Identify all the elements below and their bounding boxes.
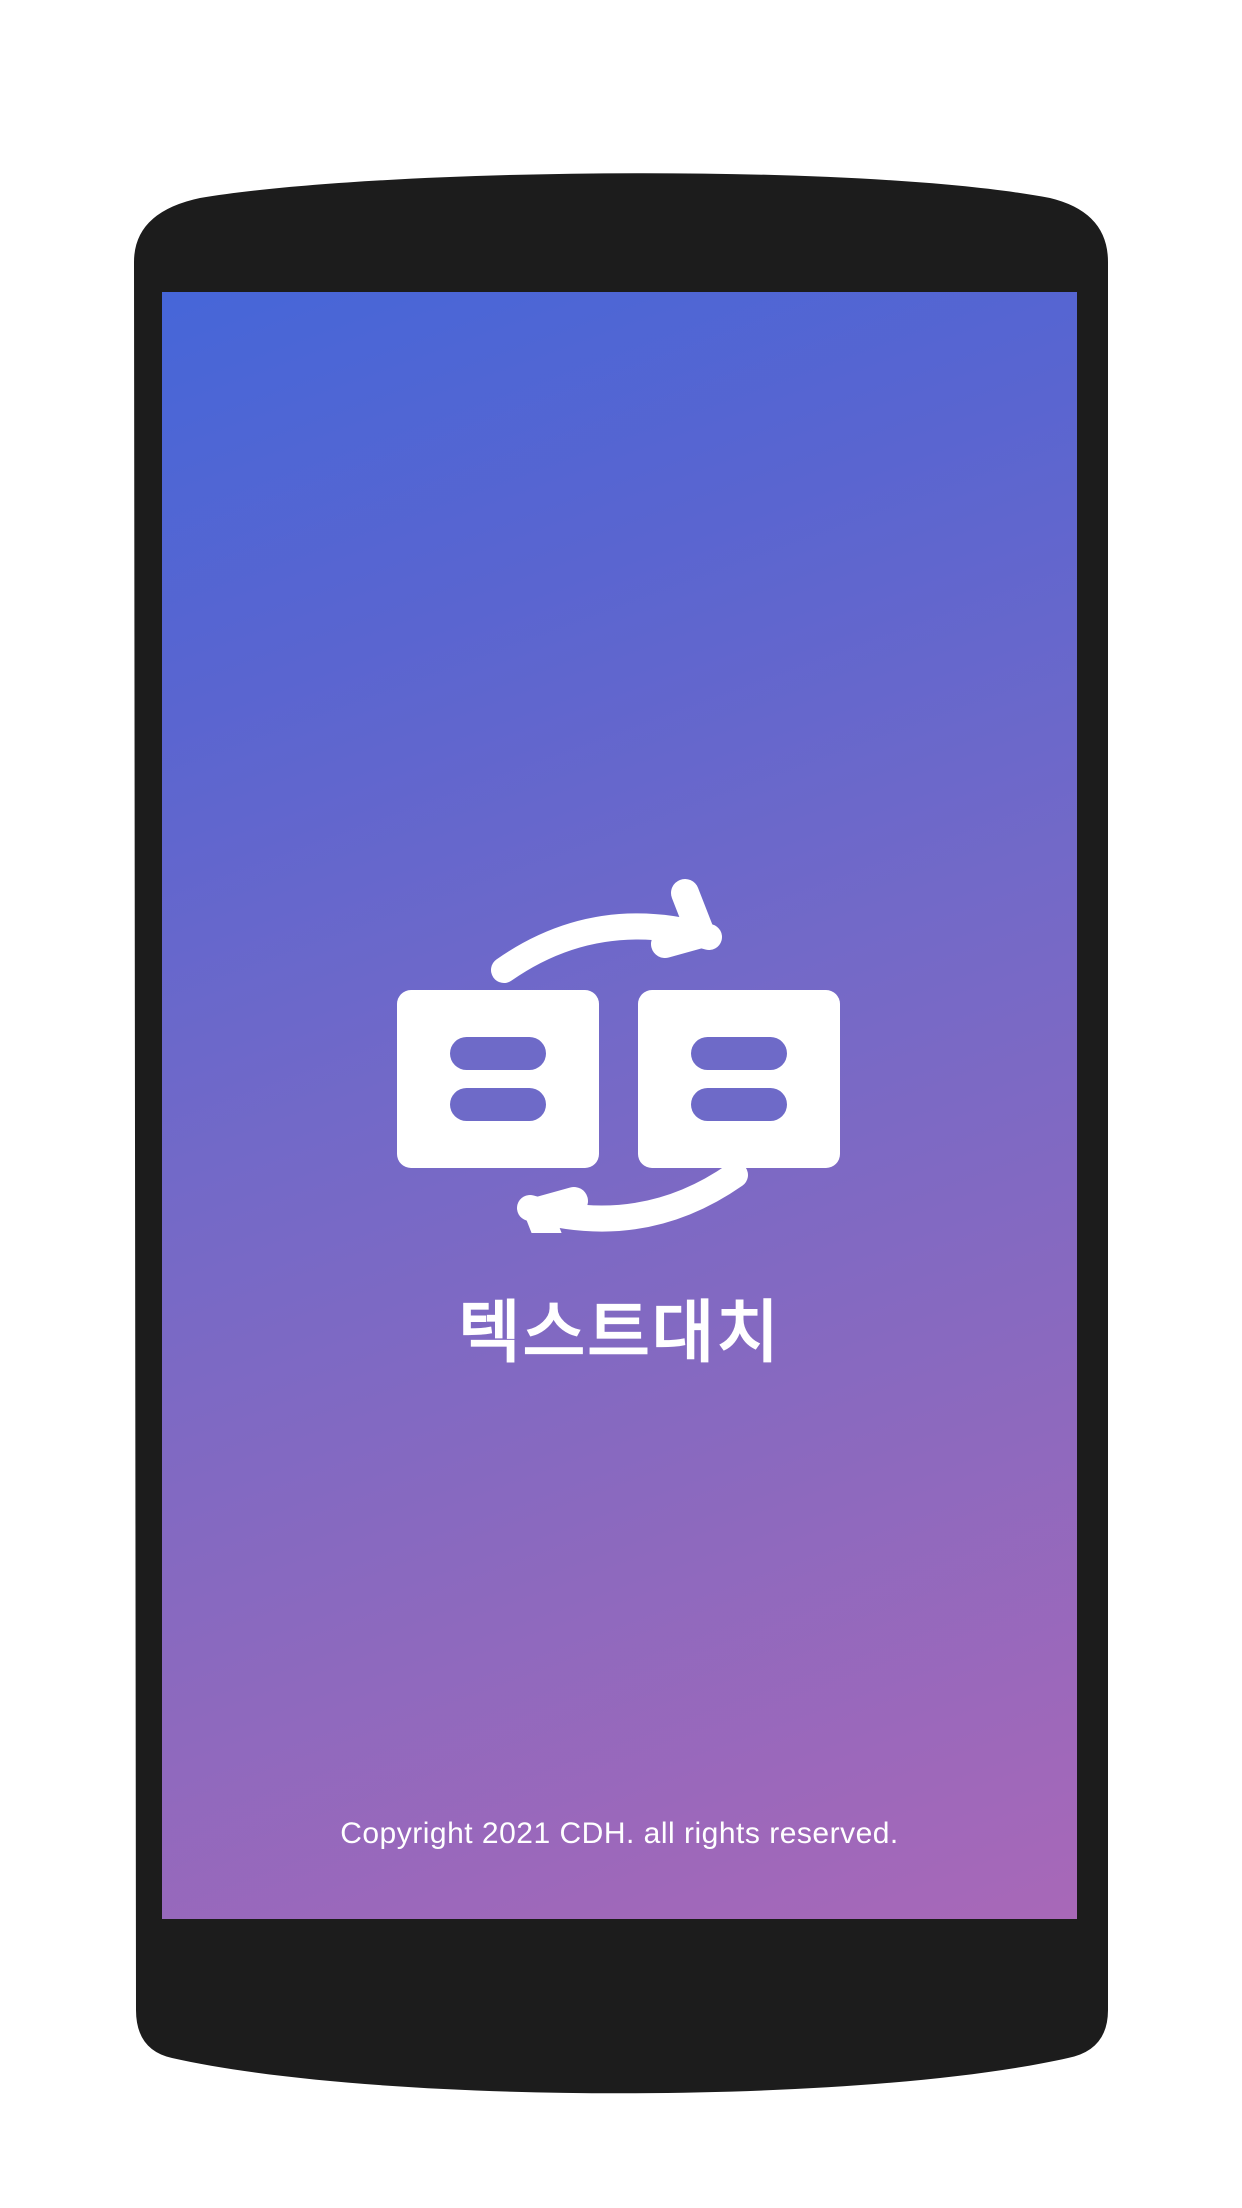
text-swap-icon xyxy=(397,879,840,1233)
copyright-text: Copyright 2021 CDH. all rights reserved. xyxy=(340,1817,899,1850)
splash-screen: 텍스트대치 Copyright 2021 CDH. all rights res… xyxy=(162,292,1077,1919)
device-mockup: 텍스트대치 Copyright 2021 CDH. all rights res… xyxy=(0,0,1242,2208)
app-title: 텍스트대치 xyxy=(458,1294,781,1373)
